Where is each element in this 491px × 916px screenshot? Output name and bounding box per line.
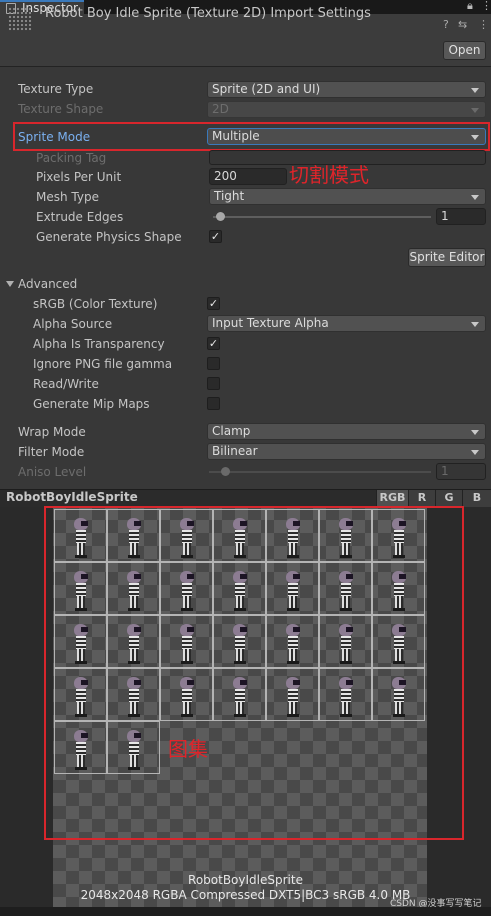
filter-mode-dropdown[interactable]: Bilinear bbox=[207, 443, 486, 460]
texture-file-icon bbox=[8, 7, 32, 31]
texture-shape-dropdown: 2D bbox=[207, 101, 486, 118]
extrude-edges-label: Extrude Edges bbox=[36, 210, 124, 224]
ignore-png-gamma-label: Ignore PNG file gamma bbox=[33, 357, 173, 371]
aniso-level-slider bbox=[209, 471, 431, 473]
channel-g-button[interactable]: G bbox=[435, 490, 462, 507]
ignore-png-gamma-checkbox[interactable] bbox=[207, 357, 220, 370]
help-icon[interactable]: ? bbox=[443, 18, 449, 31]
wrap-mode-dropdown[interactable]: Clamp bbox=[207, 423, 486, 440]
read-write-checkbox[interactable] bbox=[207, 377, 220, 390]
channel-b-button[interactable]: B bbox=[462, 490, 491, 507]
channel-r-button[interactable]: R bbox=[408, 490, 435, 507]
aniso-level-input: 1 bbox=[436, 463, 486, 480]
inspector-header bbox=[0, 14, 491, 67]
aniso-level-label: Aniso Level bbox=[18, 465, 87, 479]
srgb-label: sRGB (Color Texture) bbox=[33, 297, 158, 311]
generate-mip-maps-label: Generate Mip Maps bbox=[33, 397, 150, 411]
lock-icon[interactable]: 🔒︎ bbox=[467, 0, 473, 12]
extrude-edges-slider-handle[interactable] bbox=[216, 212, 225, 221]
alpha-is-transparency-label: Alpha Is Transparency bbox=[33, 337, 165, 351]
extrude-edges-slider[interactable] bbox=[213, 216, 431, 218]
alpha-source-label: Alpha Source bbox=[33, 317, 113, 331]
srgb-checkbox[interactable]: ✓ bbox=[207, 297, 220, 310]
preview-title: RobotBoyIdleSprite bbox=[6, 490, 138, 504]
pixels-per-unit-input[interactable]: 200 bbox=[209, 168, 287, 185]
texture-type-dropdown[interactable]: Sprite (2D and UI) bbox=[207, 81, 486, 98]
preset-icon[interactable]: ⇆ bbox=[458, 18, 467, 31]
advanced-foldout-arrow-icon[interactable] bbox=[6, 281, 14, 287]
generate-physics-shape-checkbox[interactable]: ✓ bbox=[209, 230, 222, 243]
open-button[interactable]: Open bbox=[443, 41, 486, 60]
channel-rgb-button[interactable]: RGB bbox=[376, 490, 408, 507]
atlas-highlight bbox=[44, 506, 464, 840]
import-settings-title: Robot Boy Idle Sprite (Texture 2D) Impor… bbox=[45, 6, 371, 21]
texture-shape-label: Texture Shape bbox=[18, 102, 104, 116]
wrap-mode-label: Wrap Mode bbox=[18, 425, 86, 439]
texture-type-label: Texture Type bbox=[18, 82, 94, 96]
atlas-annotation: 图集 bbox=[168, 737, 208, 761]
alpha-is-transparency-checkbox[interactable]: ✓ bbox=[207, 337, 220, 350]
bottom-bar bbox=[0, 907, 491, 916]
aniso-level-slider-handle bbox=[221, 467, 230, 476]
kebab-menu-icon[interactable]: ⋮ bbox=[481, 0, 491, 12]
sprite-mode-annotation: 切割模式 bbox=[289, 163, 369, 187]
filter-mode-label: Filter Mode bbox=[18, 445, 85, 459]
advanced-foldout-label[interactable]: Advanced bbox=[18, 276, 77, 292]
mesh-type-dropdown[interactable]: Tight bbox=[209, 188, 486, 205]
sprite-editor-button[interactable]: Sprite Editor bbox=[408, 248, 486, 267]
packing-tag-label: Packing Tag bbox=[36, 151, 107, 165]
context-menu-icon[interactable]: ⋮ bbox=[478, 18, 489, 31]
preview-texture-name: RobotBoyIdleSprite bbox=[188, 873, 303, 887]
generate-physics-shape-label: Generate Physics Shape bbox=[36, 230, 182, 244]
alpha-source-dropdown[interactable]: Input Texture Alpha bbox=[207, 315, 486, 332]
read-write-label: Read/Write bbox=[33, 377, 99, 391]
generate-mip-maps-checkbox[interactable] bbox=[207, 397, 220, 410]
sprite-mode-highlight bbox=[13, 122, 490, 151]
extrude-edges-input[interactable]: 1 bbox=[436, 208, 486, 225]
mesh-type-label: Mesh Type bbox=[36, 190, 99, 204]
pixels-per-unit-label: Pixels Per Unit bbox=[36, 170, 122, 184]
